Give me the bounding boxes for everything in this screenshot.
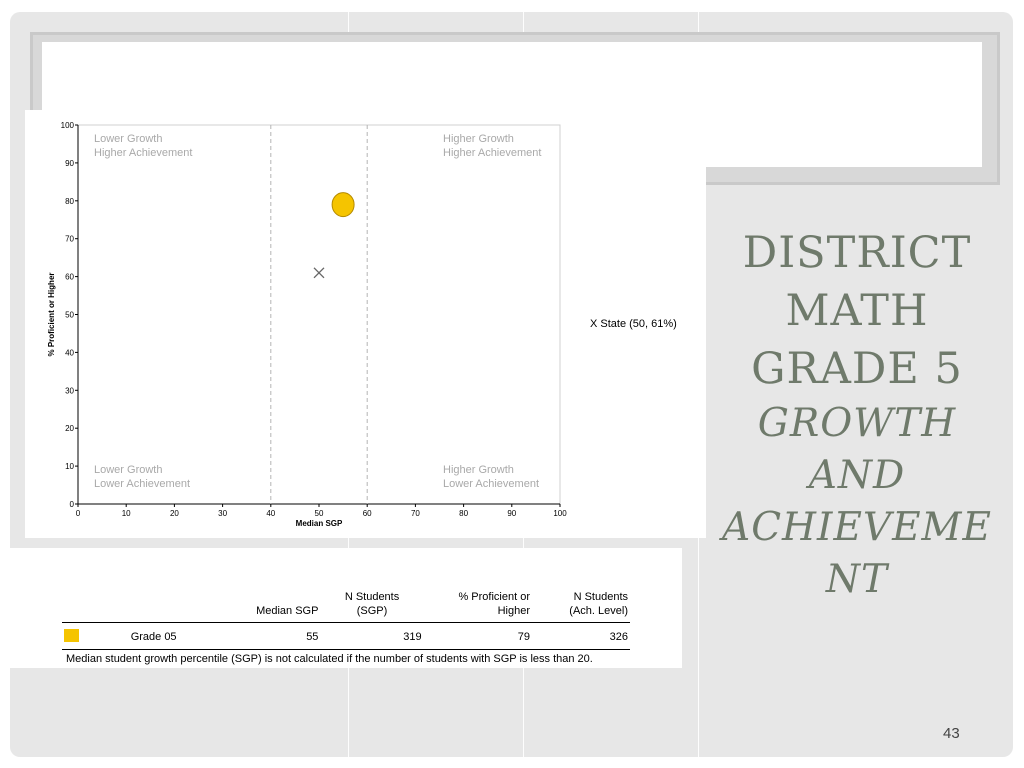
state-legend-marker: X xyxy=(590,318,598,330)
y-tick-label: 50 xyxy=(65,311,74,320)
quadrant-label: Lower Growth xyxy=(94,133,162,145)
y-tick-label: 0 xyxy=(70,500,75,509)
header-text: N Students xyxy=(573,591,628,603)
title-line: GRADE 5 xyxy=(751,344,963,394)
state-legend-label: State (50, 61%) xyxy=(600,318,677,330)
x-tick-label: 20 xyxy=(170,509,179,518)
slide-background: 0 10 20 30 40 50 60 70 80 90 100 0 10 20 30 40 50 60 70 80 9… xyxy=(10,12,1013,757)
y-tick-label: 90 xyxy=(65,159,74,168)
quadrant-label: Lower Achievement xyxy=(443,478,539,490)
grade-05-swatch xyxy=(64,629,79,642)
quadrant-label: Lower Growth xyxy=(94,464,162,476)
x-tick-label: 100 xyxy=(553,509,567,518)
x-tick-label: 0 xyxy=(76,509,81,518)
x-tick-label: 40 xyxy=(266,509,275,518)
grade-05-point xyxy=(331,192,355,218)
x-tick-label: 90 xyxy=(507,509,516,518)
x-tick-label: 10 xyxy=(122,509,131,518)
table-header-n-students-ach: N Students (Ach. Level) xyxy=(531,590,630,623)
x-tick-label: 60 xyxy=(363,509,372,518)
slide-title: DISTRICT MATH GRADE 5 GROWTH AND ACHIEVE… xyxy=(722,224,992,606)
x-tick-label: 30 xyxy=(218,509,227,518)
quadrant-label: Lower Achievement xyxy=(94,478,190,490)
summary-table: Median SGP N Students (SGP) % Proficient… xyxy=(62,590,630,650)
table-row: Grade 05 55 319 79 326 xyxy=(62,622,630,650)
table-header-swatch xyxy=(62,590,129,623)
header-text: Higher xyxy=(497,605,530,617)
title-line: DISTRICT xyxy=(742,228,972,278)
y-tick-label: 100 xyxy=(61,121,75,130)
y-axis-label: % Proficient or Higher xyxy=(47,272,56,356)
table-header-row: Median SGP N Students (SGP) % Proficient… xyxy=(62,590,630,623)
y-tick-label: 30 xyxy=(65,386,74,395)
table-header-label xyxy=(128,590,194,623)
y-tick-label: 20 xyxy=(65,424,74,433)
subtitle-line: ACHIEVEME xyxy=(722,505,992,550)
y-tick-label: 40 xyxy=(65,348,74,357)
cell-n-students-sgp: 319 xyxy=(320,622,424,650)
title-line: MATH xyxy=(785,286,929,336)
x-tick-label: 80 xyxy=(459,509,468,518)
quadrant-label: Higher Growth xyxy=(443,464,514,476)
plot-area xyxy=(77,124,561,505)
x-tick-label: 50 xyxy=(315,509,324,518)
subtitle-line: GROWTH xyxy=(757,401,957,446)
cell-n-students-ach: 326 xyxy=(531,622,630,650)
y-tick-label: 80 xyxy=(65,197,74,206)
quadrant-label: Higher Achievement xyxy=(443,147,541,159)
quadrant-label: Higher Growth xyxy=(443,133,514,145)
chart-panel: 0 10 20 30 40 50 60 70 80 90 100 0 10 20 30 40 50 60 70 80 9… xyxy=(25,110,706,538)
table-note: Median student growth percentile (SGP) i… xyxy=(66,653,593,665)
header-text: % Proficient or xyxy=(458,591,530,603)
summary-table-panel: Median SGP N Students (SGP) % Proficient… xyxy=(10,548,682,668)
subtitle-line: NT xyxy=(825,557,889,602)
y-tick-label: 60 xyxy=(65,273,74,282)
header-text: (Ach. Level) xyxy=(569,605,628,617)
table-header-median-sgp: Median SGP xyxy=(193,590,321,623)
slide-number: 43 xyxy=(943,725,960,742)
cell-pct-proficient: 79 xyxy=(423,622,532,650)
subtitle-line: AND xyxy=(808,453,906,498)
y-tick-label: 10 xyxy=(65,462,74,471)
cell-median-sgp: 55 xyxy=(193,622,321,650)
header-text: Median SGP xyxy=(256,605,319,617)
header-text: (SGP) xyxy=(356,605,388,617)
header-text: N Students xyxy=(344,591,400,603)
row-label: Grade 05 xyxy=(128,622,194,650)
table-header-n-students-sgp: N Students (SGP) xyxy=(320,590,424,623)
state-legend: X State (50, 61%) xyxy=(590,318,677,330)
x-axis-label: Median SGP xyxy=(296,519,343,528)
x-tick-label: 70 xyxy=(411,509,420,518)
quadrant-label: Higher Achievement xyxy=(94,147,192,159)
table-header-pct-proficient: % Proficient or Higher xyxy=(423,590,532,623)
y-tick-label: 70 xyxy=(65,235,74,244)
legend-swatch-cell xyxy=(62,622,129,650)
